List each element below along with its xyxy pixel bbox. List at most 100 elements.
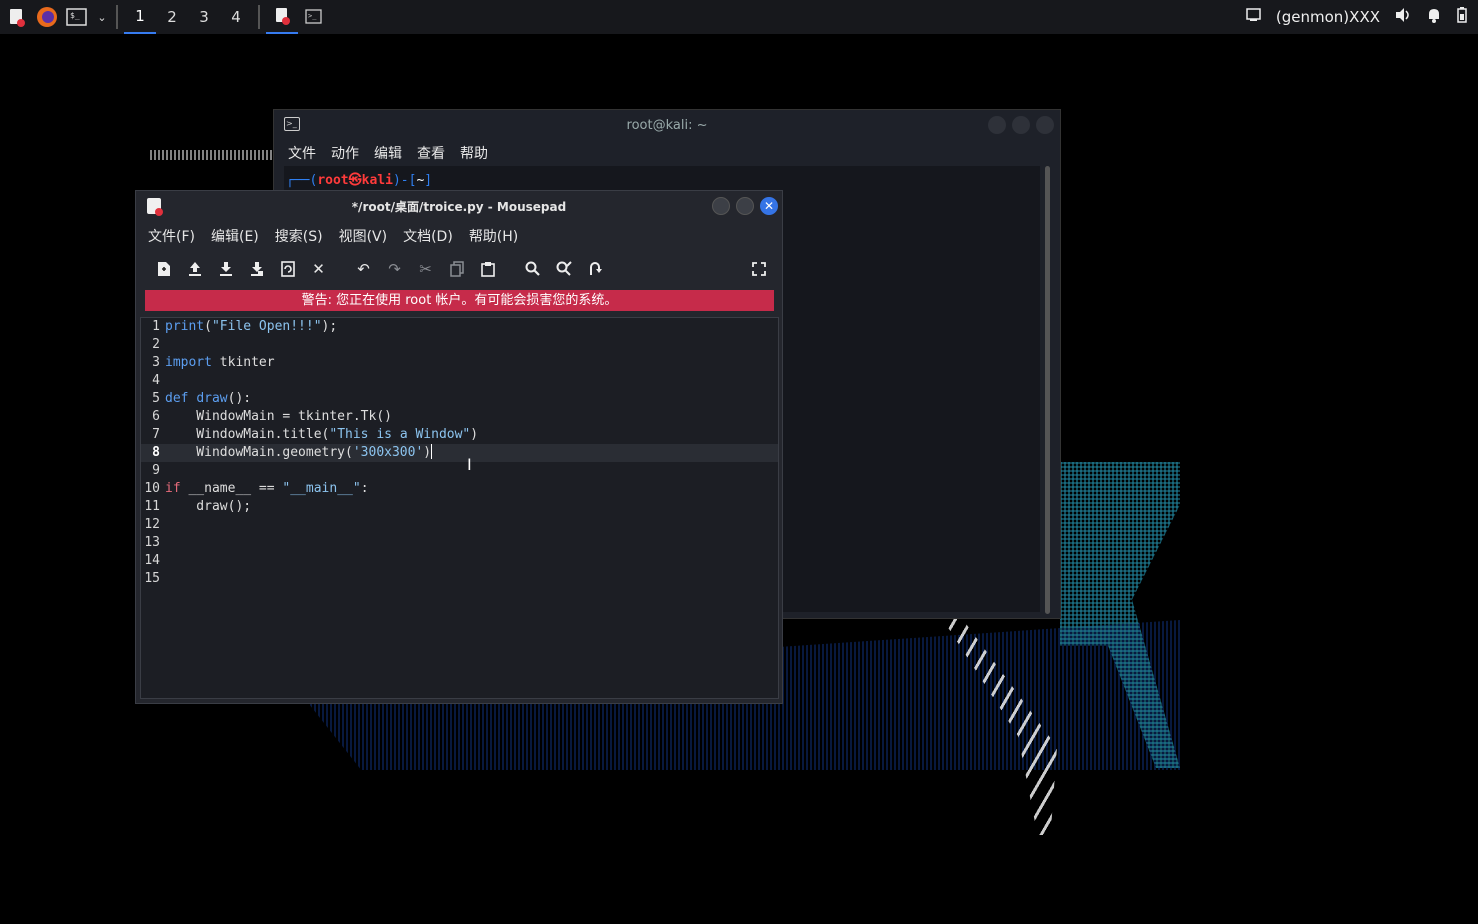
line-number: 6 bbox=[152, 409, 160, 424]
line-number: 7 bbox=[152, 427, 160, 442]
terminal-title: root@kali: ~ bbox=[626, 117, 708, 133]
menu-search[interactable]: 搜索(S) bbox=[275, 226, 323, 246]
line-number: 11 bbox=[144, 499, 160, 514]
root-warning-bar: 警告: 您正在使用 root 帐户。有可能会损害您的系统。 bbox=[145, 290, 774, 311]
menu-edit[interactable]: 编辑(E) bbox=[211, 226, 259, 246]
code-line[interactable]: 3 import tkinter bbox=[141, 354, 778, 372]
display-icon[interactable] bbox=[1246, 8, 1262, 26]
search-icon[interactable] bbox=[517, 254, 548, 284]
code-text: WindowMain = tkinter.Tk() bbox=[165, 409, 392, 424]
task-terminal[interactable]: >_ bbox=[298, 0, 330, 34]
close-button[interactable] bbox=[1036, 116, 1054, 134]
menu-view[interactable]: 视图(V) bbox=[339, 226, 388, 246]
mousepad-title: */root/桌面/troice.py - Mousepad bbox=[351, 199, 567, 214]
code-line[interactable]: 10 if __name__ == "__main__": bbox=[141, 480, 778, 498]
cut-icon[interactable]: ✂ bbox=[410, 254, 441, 284]
notification-bell-icon[interactable] bbox=[1426, 7, 1442, 27]
taskbar-separator bbox=[116, 5, 118, 29]
svg-text:$_: $_ bbox=[70, 11, 80, 20]
terminal-menu-actions[interactable]: 动作 bbox=[331, 143, 359, 163]
menu-file[interactable]: 文件(F) bbox=[148, 226, 195, 246]
redo-icon[interactable]: ↷ bbox=[379, 254, 410, 284]
open-icon[interactable] bbox=[179, 254, 210, 284]
code-line[interactable]: 7 WindowMain.title("This is a Window") bbox=[141, 426, 778, 444]
menu-help[interactable]: 帮助(H) bbox=[469, 226, 518, 246]
line-number: 3 bbox=[152, 355, 160, 370]
genmon-label[interactable]: (genmon)XXX bbox=[1276, 8, 1380, 26]
workspace-2[interactable]: 2 bbox=[156, 0, 188, 34]
reload-icon[interactable] bbox=[272, 254, 303, 284]
terminal-menu-view[interactable]: 查看 bbox=[417, 143, 445, 163]
paste-icon[interactable] bbox=[472, 254, 503, 284]
firefox-icon[interactable] bbox=[34, 4, 60, 30]
code-text: draw(); bbox=[165, 499, 252, 514]
terminal-menu-file[interactable]: 文件 bbox=[288, 143, 316, 163]
minimize-button[interactable] bbox=[712, 197, 730, 215]
line-number: 5 bbox=[152, 391, 160, 406]
mousepad-titlebar[interactable]: */root/桌面/troice.py - Mousepad ✕ bbox=[136, 191, 782, 221]
battery-icon[interactable] bbox=[1456, 6, 1468, 28]
shell-prompt: ┌──(root㉿kali)-[~] bbox=[286, 173, 433, 188]
task-mousepad[interactable] bbox=[266, 0, 298, 34]
code-line[interactable]: 4 bbox=[141, 372, 778, 390]
kali-menu-icon[interactable] bbox=[4, 4, 30, 30]
taskbar-separator bbox=[258, 5, 260, 29]
new-document-icon[interactable] bbox=[148, 254, 179, 284]
close-document-icon[interactable]: ✕ bbox=[303, 254, 334, 284]
code-line[interactable]: 13 bbox=[141, 534, 778, 552]
mouse-text-cursor: I bbox=[467, 455, 472, 474]
go-to-line-icon[interactable] bbox=[579, 254, 610, 284]
taskbar: $_ ⌄ 1 2 3 4 >_ (genmon)XXX bbox=[0, 0, 1478, 34]
code-text: WindowMain.geometry('300x300') bbox=[165, 445, 432, 460]
find-replace-icon[interactable] bbox=[548, 254, 579, 284]
fullscreen-icon[interactable] bbox=[743, 254, 774, 284]
copy-icon[interactable] bbox=[441, 254, 472, 284]
line-number: 8 bbox=[152, 445, 160, 460]
workspace-4[interactable]: 4 bbox=[220, 0, 252, 34]
text-caret bbox=[431, 444, 433, 459]
line-number: 13 bbox=[144, 535, 160, 550]
minimize-button[interactable] bbox=[988, 116, 1006, 134]
line-number: 12 bbox=[144, 517, 160, 532]
mousepad-window: */root/桌面/troice.py - Mousepad ✕ 文件(F) 编… bbox=[135, 190, 783, 704]
code-line[interactable]: 12 bbox=[141, 516, 778, 534]
code-line[interactable]: 6 WindowMain = tkinter.Tk() bbox=[141, 408, 778, 426]
close-button[interactable]: ✕ bbox=[760, 197, 778, 215]
code-line[interactable]: 11 draw(); bbox=[141, 498, 778, 516]
menu-document[interactable]: 文档(D) bbox=[403, 226, 453, 246]
code-line[interactable]: 8 WindowMain.geometry('300x300') bbox=[141, 444, 778, 462]
chevron-down-icon[interactable]: ⌄ bbox=[94, 4, 110, 30]
terminal-window-icon: >_ bbox=[284, 117, 300, 131]
code-text: print("File Open!!!"); bbox=[165, 319, 338, 334]
svg-text:>_: >_ bbox=[308, 12, 317, 20]
code-line[interactable]: 15 bbox=[141, 570, 778, 588]
save-as-icon[interactable] bbox=[241, 254, 272, 284]
workspace-3[interactable]: 3 bbox=[188, 0, 220, 34]
terminal-launcher-icon[interactable]: $_ bbox=[64, 4, 90, 30]
terminal-task-icon: >_ bbox=[305, 9, 322, 24]
maximize-button[interactable] bbox=[1012, 116, 1030, 134]
prompt-dir: ~ bbox=[416, 173, 425, 188]
terminal-menubar: 文件 动作 编辑 查看 帮助 bbox=[274, 140, 1060, 166]
desktop: $_ ⌄ 1 2 3 4 >_ (genmon)XXX >_ root@kali… bbox=[0, 0, 1478, 924]
volume-icon[interactable] bbox=[1394, 7, 1412, 27]
code-editor[interactable]: 1 print("File Open!!!"); 2 3 import tkinter 4… bbox=[140, 317, 779, 699]
undo-icon[interactable]: ↶ bbox=[348, 254, 379, 284]
maximize-button[interactable] bbox=[736, 197, 754, 215]
line-number: 2 bbox=[152, 337, 160, 352]
code-line[interactable]: 5 def draw(): bbox=[141, 390, 778, 408]
wallpaper-dots bbox=[150, 150, 272, 160]
terminal-titlebar[interactable]: >_ root@kali: ~ bbox=[274, 110, 1060, 140]
mousepad-app-icon bbox=[147, 198, 163, 216]
workspace-1[interactable]: 1 bbox=[124, 0, 156, 34]
save-icon[interactable] bbox=[210, 254, 241, 284]
code-line[interactable]: 9 bbox=[141, 462, 778, 480]
terminal-menu-help[interactable]: 帮助 bbox=[460, 143, 488, 163]
code-line[interactable]: 1 print("File Open!!!"); bbox=[141, 318, 778, 336]
mousepad-toolbar: ✕ ↶ ↷ ✂ bbox=[136, 251, 782, 287]
code-text: WindowMain.title("This is a Window") bbox=[165, 427, 479, 442]
code-line[interactable]: 14 bbox=[141, 552, 778, 570]
terminal-menu-edit[interactable]: 编辑 bbox=[374, 143, 402, 163]
terminal-scrollbar[interactable] bbox=[1045, 166, 1050, 614]
code-line[interactable]: 2 bbox=[141, 336, 778, 354]
